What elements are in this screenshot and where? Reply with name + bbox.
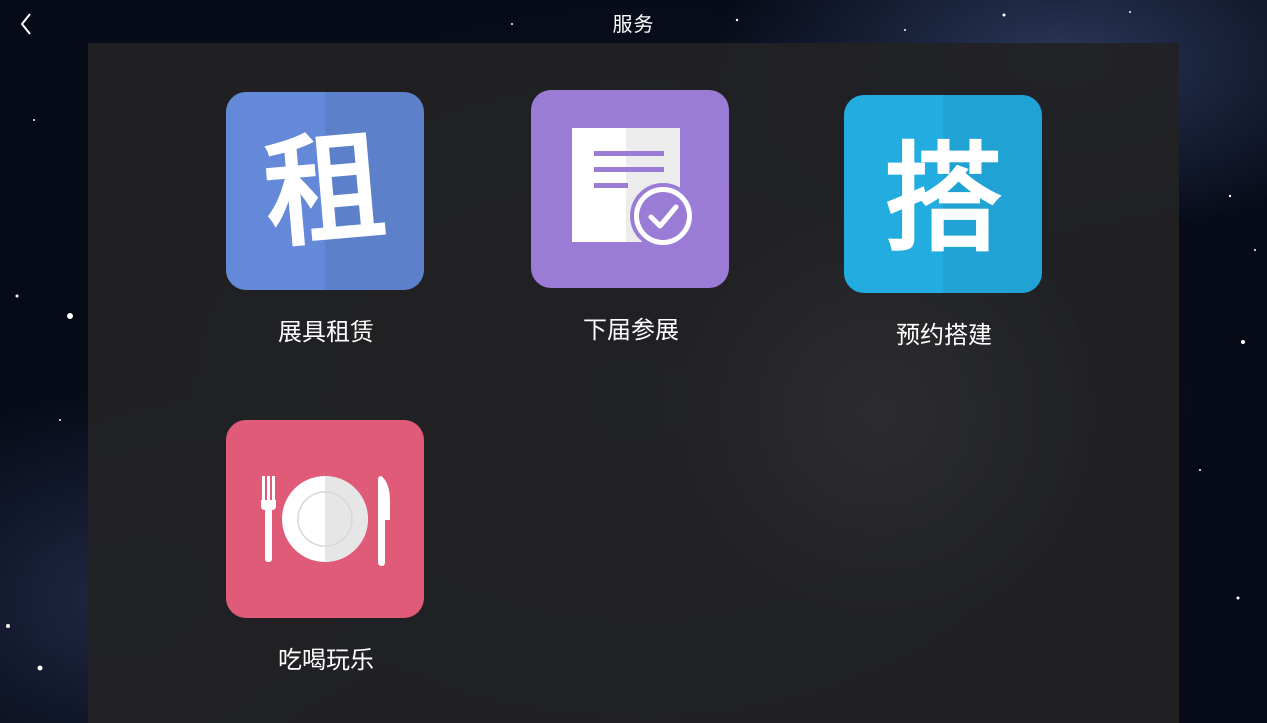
build-glyph: 搭: [884, 95, 1042, 293]
service-label-food-fun: 吃喝玩乐: [278, 646, 374, 674]
service-tile-build-booking[interactable]: 搭 预约搭建: [844, 95, 1044, 350]
services-panel: 租 展具租赁 下届参展 搭 预约搭建 吃喝玩乐: [88, 43, 1179, 723]
rent-glyph: 租: [259, 92, 424, 290]
top-bar: 服务: [0, 0, 1267, 42]
rent-char: 租: [259, 117, 391, 266]
document-check-glyph: [572, 128, 696, 249]
service-label-rental: 展具租赁: [278, 318, 374, 346]
service-tile-food-fun[interactable]: 吃喝玩乐: [226, 420, 426, 675]
build-char: 搭: [884, 130, 1002, 268]
build-icon: 搭: [844, 95, 1042, 293]
page-title: 服务: [612, 12, 655, 36]
dining-plate-icon: [226, 420, 424, 618]
rent-icon: 租: [226, 92, 424, 290]
document-check-icon: [531, 90, 729, 288]
service-tile-next-exhibition[interactable]: 下届参展: [531, 90, 731, 345]
dining-plate-glyph: [261, 476, 390, 566]
service-label-next-exhibition: 下届参展: [583, 316, 679, 344]
service-label-build-booking: 预约搭建: [896, 321, 992, 349]
service-tile-rental[interactable]: 租 展具租赁: [226, 92, 426, 347]
